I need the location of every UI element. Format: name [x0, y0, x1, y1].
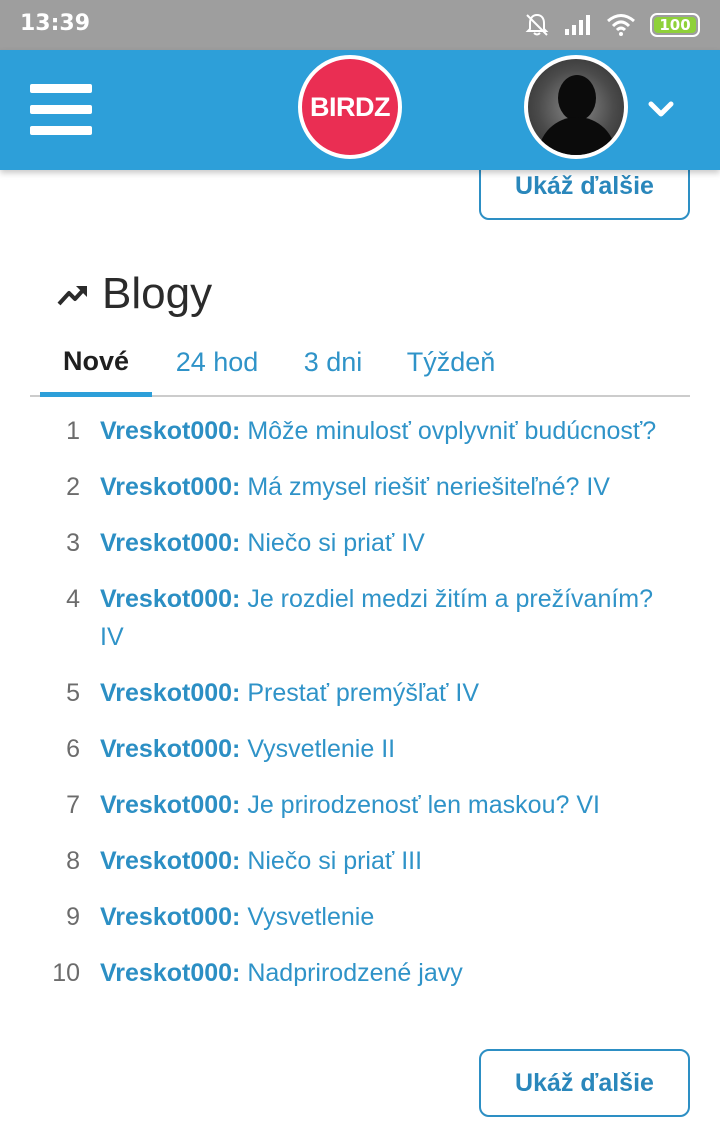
- list-item: 4 Vreskot000: Je rozdiel medzi žitím a p…: [40, 580, 680, 656]
- birdz-logo[interactable]: BIRDZ: [298, 55, 402, 159]
- menu-icon-bar: [30, 126, 92, 135]
- blog-author: Vreskot000:: [100, 473, 241, 501]
- blog-author: Vreskot000:: [100, 791, 241, 819]
- list-item: 9 Vreskot000: Vysvetlenie: [40, 898, 680, 936]
- blog-title: Má zmysel riešiť neriešiteľné? IV: [247, 473, 610, 501]
- blog-link[interactable]: Vreskot000: Má zmysel riešiť neriešiteľn…: [100, 468, 660, 506]
- list-item: 1 Vreskot000: Môže minulosť ovplyvniť bu…: [40, 412, 680, 450]
- list-item-number: 2: [66, 473, 80, 501]
- tab-bar: Nové 24 hod 3 dni Týždeň: [30, 330, 690, 397]
- status-time: 13:39: [20, 11, 91, 36]
- trending-up-icon: [57, 286, 87, 306]
- list-item: 3 Vreskot000: Niečo si priať IV: [40, 524, 680, 562]
- menu-button[interactable]: [30, 84, 92, 136]
- list-item-number: 1: [66, 417, 80, 445]
- blog-link[interactable]: Vreskot000: Môže minulosť ovplyvniť budú…: [100, 412, 660, 450]
- blog-author: Vreskot000:: [100, 903, 241, 931]
- list-item: 6 Vreskot000: Vysvetlenie II: [40, 730, 680, 768]
- wifi-icon: [607, 14, 635, 36]
- blog-link[interactable]: Vreskot000: Nadprirodzené javy: [100, 954, 660, 992]
- avatar-silhouette-body: [538, 117, 616, 155]
- signal-icon: [565, 15, 590, 35]
- blog-author: Vreskot000:: [100, 847, 241, 875]
- blog-title: Je prirodzenosť len maskou? VI: [247, 791, 600, 819]
- list-item-number: 9: [66, 903, 80, 931]
- blog-link[interactable]: Vreskot000: Je rozdiel medzi žitím a pre…: [100, 580, 660, 656]
- bell-off-icon: [525, 13, 549, 36]
- blog-title: Niečo si priať III: [247, 847, 423, 875]
- blog-title: Prestať premýšľať IV: [247, 679, 479, 707]
- blog-title: Vysvetlenie II: [247, 735, 396, 763]
- blog-author: Vreskot000:: [100, 735, 241, 763]
- blog-author: Vreskot000:: [100, 679, 241, 707]
- status-icons: 100: [524, 10, 700, 40]
- list-item: 7 Vreskot000: Je prirodzenosť len maskou…: [40, 786, 680, 824]
- list-item-number: 4: [66, 585, 80, 613]
- show-more-button[interactable]: Ukáž ďalšie: [479, 1049, 690, 1117]
- app-header: BIRDZ: [0, 50, 720, 170]
- blog-title: Môže minulosť ovplyvniť budúcnosť?: [247, 417, 657, 445]
- status-bar: 13:39 100: [0, 0, 720, 50]
- tab-nove[interactable]: Nové: [40, 330, 152, 397]
- section-title: Blogy: [56, 266, 212, 322]
- blog-title: Nadprirodzené javy: [247, 959, 463, 987]
- list-item-number: 5: [66, 679, 80, 707]
- blog-link[interactable]: Vreskot000: Prestať premýšľať IV: [100, 674, 660, 712]
- list-item: 8 Vreskot000: Niečo si priať III: [40, 842, 680, 880]
- tab-tyzden[interactable]: Týždeň: [404, 330, 498, 395]
- list-item: 5 Vreskot000: Prestať premýšľať IV: [40, 674, 680, 712]
- chevron-down-icon[interactable]: [646, 96, 676, 122]
- menu-icon-bar: [30, 105, 92, 114]
- blog-link[interactable]: Vreskot000: Vysvetlenie: [100, 898, 660, 936]
- battery-indicator: 100: [650, 13, 700, 37]
- blog-link[interactable]: Vreskot000: Niečo si priať III: [100, 842, 660, 880]
- list-item: 10 Vreskot000: Nadprirodzené javy: [40, 954, 680, 992]
- blog-author: Vreskot000:: [100, 417, 241, 445]
- list-item-number: 10: [52, 959, 80, 987]
- blog-title: Niečo si priať IV: [247, 529, 425, 557]
- blog-author: Vreskot000:: [100, 959, 241, 987]
- list-item-number: 8: [66, 847, 80, 875]
- blog-link[interactable]: Vreskot000: Vysvetlenie II: [100, 730, 660, 768]
- blog-author: Vreskot000:: [100, 529, 241, 557]
- list-item-number: 7: [66, 791, 80, 819]
- list-item-number: 3: [66, 529, 80, 557]
- blog-link[interactable]: Vreskot000: Je prirodzenosť len maskou? …: [100, 786, 660, 824]
- blog-list: 1 Vreskot000: Môže minulosť ovplyvniť bu…: [40, 412, 680, 1010]
- tab-24-hod[interactable]: 24 hod: [166, 330, 268, 395]
- avatar-silhouette-head: [558, 75, 596, 121]
- avatar[interactable]: [524, 55, 628, 159]
- blog-link[interactable]: Vreskot000: Niečo si priať IV: [100, 524, 660, 562]
- blog-title: Vysvetlenie: [247, 903, 375, 931]
- menu-icon-bar: [30, 84, 92, 93]
- list-item-number: 6: [66, 735, 80, 763]
- battery-level: 100: [654, 16, 696, 34]
- section-title-text: Blogy: [102, 269, 213, 318]
- tab-3-dni[interactable]: 3 dni: [298, 330, 368, 395]
- blog-author: Vreskot000:: [100, 585, 241, 613]
- list-item: 2 Vreskot000: Má zmysel riešiť neriešite…: [40, 468, 680, 506]
